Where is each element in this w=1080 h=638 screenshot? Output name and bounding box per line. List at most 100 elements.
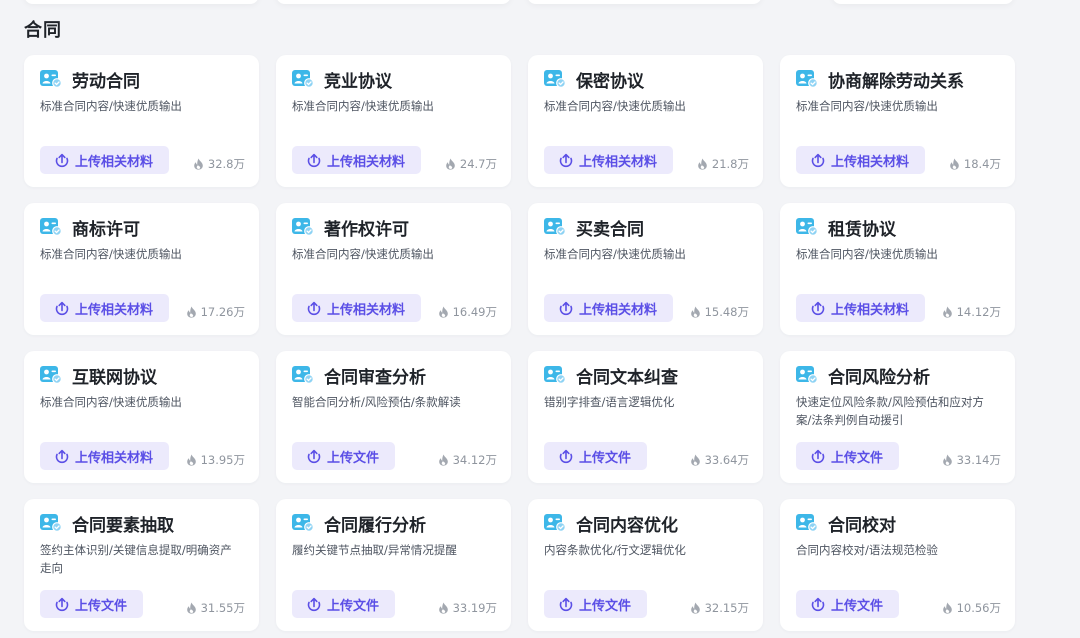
upload-icon xyxy=(55,153,69,168)
card-header: 买卖合同 xyxy=(544,217,747,240)
contract-document-icon xyxy=(544,218,566,236)
upload-icon xyxy=(307,153,321,168)
card-description: 标准合同内容/快速优质输出 xyxy=(796,99,938,113)
card-title: 合同内容优化 xyxy=(576,515,678,536)
card-header: 协商解除劳动关系 xyxy=(796,69,999,92)
contract-card[interactable]: 租赁协议 标准合同内容/快速优质输出 上传相关材料 14.12万 xyxy=(780,203,1015,335)
popularity-count: 16.49万 xyxy=(438,304,497,320)
popularity-count: 17.26万 xyxy=(186,304,245,320)
popularity-value: 15.48万 xyxy=(704,305,749,319)
card-header: 合同校对 xyxy=(796,513,999,536)
card-header: 合同审查分析 xyxy=(292,365,495,388)
popularity-value: 18.4万 xyxy=(963,157,1001,171)
contract-card[interactable]: 合同校对 合同内容校对/语法规范检验 上传文件 10.56万 xyxy=(780,499,1015,631)
upload-button[interactable]: 上传相关材料 xyxy=(544,146,674,174)
contract-card[interactable]: 竞业协议 标准合同内容/快速优质输出 上传相关材料 24.7万 xyxy=(276,55,511,187)
upload-button[interactable]: 上传文件 xyxy=(544,442,648,470)
card-header: 合同内容优化 xyxy=(544,513,747,536)
upload-button[interactable]: 上传文件 xyxy=(292,590,396,618)
card-description: 内容条款优化/行文逻辑优化 xyxy=(544,543,686,557)
contract-card[interactable]: 劳动合同 标准合同内容/快速优质输出 上传相关材料 32.8万 xyxy=(24,55,259,187)
card-description: 标准合同内容/快速优质输出 xyxy=(544,247,686,261)
upload-button[interactable]: 上传文件 xyxy=(40,590,144,618)
upload-button-label: 上传相关材料 xyxy=(75,302,154,318)
upload-button[interactable]: 上传相关材料 xyxy=(292,294,422,322)
card-description: 标准合同内容/快速优质输出 xyxy=(544,99,686,113)
flame-icon xyxy=(942,602,952,614)
upload-button[interactable]: 上传文件 xyxy=(544,590,648,618)
previous-card-edge xyxy=(276,0,511,4)
upload-icon xyxy=(559,301,573,316)
upload-button-label: 上传文件 xyxy=(831,598,884,614)
card-header: 合同履行分析 xyxy=(292,513,495,536)
card-header: 竞业协议 xyxy=(292,69,495,92)
popularity-count: 15.48万 xyxy=(690,304,749,320)
contract-card[interactable]: 保密协议 标准合同内容/快速优质输出 上传相关材料 21.8万 xyxy=(528,55,763,187)
popularity-count: 21.8万 xyxy=(697,156,749,172)
contract-card[interactable]: 商标许可 标准合同内容/快速优质输出 上传相关材料 17.26万 xyxy=(24,203,259,335)
card-description: 标准合同内容/快速优质输出 xyxy=(40,99,182,113)
popularity-value: 17.26万 xyxy=(200,305,245,319)
popularity-value: 32.8万 xyxy=(207,157,245,171)
flame-icon xyxy=(690,306,700,318)
contract-document-icon xyxy=(796,218,818,236)
contract-card[interactable]: 合同风险分析 快速定位风险条款/风险预估和应对方案/法条判例自动援引 上传文件 … xyxy=(780,351,1015,483)
upload-button[interactable]: 上传相关材料 xyxy=(796,294,926,322)
flame-icon xyxy=(194,158,203,170)
upload-button[interactable]: 上传文件 xyxy=(796,442,900,470)
card-description: 标准合同内容/快速优质输出 xyxy=(292,99,434,113)
contract-card[interactable]: 协商解除劳动关系 标准合同内容/快速优质输出 上传相关材料 18.4万 xyxy=(780,55,1015,187)
upload-button-label: 上传文件 xyxy=(327,450,380,466)
flame-icon xyxy=(942,454,952,466)
card-description: 标准合同内容/快速优质输出 xyxy=(796,247,938,261)
upload-button-label: 上传相关材料 xyxy=(327,302,406,318)
section-title: 合同 xyxy=(24,20,62,41)
contract-card[interactable]: 合同审查分析 智能合同分析/风险预估/条款解读 上传文件 34.12万 xyxy=(276,351,511,483)
flame-icon xyxy=(438,454,448,466)
contract-card[interactable]: 买卖合同 标准合同内容/快速优质输出 上传相关材料 15.48万 xyxy=(528,203,763,335)
upload-icon xyxy=(811,597,825,612)
upload-button[interactable]: 上传相关材料 xyxy=(40,442,170,470)
card-header: 合同风险分析 xyxy=(796,365,999,388)
popularity-value: 33.14万 xyxy=(956,453,1001,467)
previous-card-edge xyxy=(527,0,762,4)
upload-button-label: 上传相关材料 xyxy=(75,154,154,170)
card-description: 智能合同分析/风险预估/条款解读 xyxy=(292,395,461,409)
card-header: 保密协议 xyxy=(544,69,747,92)
upload-button-label: 上传文件 xyxy=(75,598,128,614)
contract-card[interactable]: 互联网协议 标准合同内容/快速优质输出 上传相关材料 13.95万 xyxy=(24,351,259,483)
popularity-count: 34.12万 xyxy=(438,452,497,468)
contract-document-icon xyxy=(544,514,566,532)
card-title: 合同风险分析 xyxy=(828,367,930,388)
upload-button-label: 上传相关材料 xyxy=(75,450,154,466)
popularity-count: 14.12万 xyxy=(942,304,1001,320)
contract-card[interactable]: 合同文本纠查 错别字排查/语言逻辑优化 上传文件 33.64万 xyxy=(528,351,763,483)
contract-card[interactable]: 合同要素抽取 签约主体识别/关键信息提取/明确资产走向 上传文件 31.55万 xyxy=(24,499,259,631)
contract-card[interactable]: 合同内容优化 内容条款优化/行文逻辑优化 上传文件 32.15万 xyxy=(528,499,763,631)
upload-icon xyxy=(55,301,69,316)
card-description: 错别字排查/语言逻辑优化 xyxy=(544,395,675,409)
upload-button[interactable]: 上传相关材料 xyxy=(40,146,170,174)
contract-card[interactable]: 合同履行分析 履约关键节点抽取/异常情况提醒 上传文件 33.19万 xyxy=(276,499,511,631)
popularity-value: 14.12万 xyxy=(956,305,1001,319)
upload-button[interactable]: 上传相关材料 xyxy=(544,294,674,322)
upload-button-label: 上传文件 xyxy=(579,598,632,614)
upload-icon xyxy=(811,449,825,464)
upload-button[interactable]: 上传文件 xyxy=(796,590,900,618)
flame-icon xyxy=(186,454,196,466)
card-header: 租赁协议 xyxy=(796,217,999,240)
popularity-value: 13.95万 xyxy=(200,453,245,467)
card-header: 商标许可 xyxy=(40,217,243,240)
contract-document-icon xyxy=(292,70,314,88)
upload-button[interactable]: 上传相关材料 xyxy=(796,146,926,174)
flame-icon xyxy=(186,306,196,318)
upload-icon xyxy=(559,597,573,612)
contract-document-icon xyxy=(292,218,314,236)
upload-button[interactable]: 上传文件 xyxy=(292,442,396,470)
popularity-count: 33.14万 xyxy=(942,452,1001,468)
upload-button-label: 上传相关材料 xyxy=(327,154,406,170)
upload-button[interactable]: 上传相关材料 xyxy=(292,146,422,174)
contract-card[interactable]: 著作权许可 标准合同内容/快速优质输出 上传相关材料 16.49万 xyxy=(276,203,511,335)
upload-button[interactable]: 上传相关材料 xyxy=(40,294,170,322)
popularity-value: 24.7万 xyxy=(459,157,497,171)
